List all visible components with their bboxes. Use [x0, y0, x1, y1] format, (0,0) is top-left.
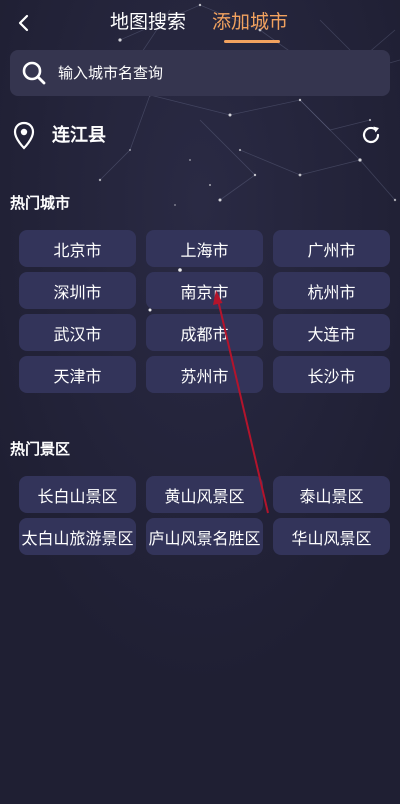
tab-map-search[interactable]: 地图搜索	[110, 9, 186, 35]
scenic-chip[interactable]: 庐山风景名胜区	[146, 518, 263, 555]
starfield-background	[0, 0, 400, 804]
back-button[interactable]	[10, 8, 38, 38]
city-chip[interactable]: 天津市	[19, 356, 136, 393]
search-icon-wrap	[10, 50, 58, 96]
location-pin-icon	[13, 121, 35, 150]
city-chip[interactable]: 成都市	[146, 314, 263, 351]
hot-cities-title: 热门城市	[10, 194, 71, 212]
city-chip[interactable]: 深圳市	[19, 272, 136, 309]
scenic-chip[interactable]: 泰山景区	[273, 476, 390, 513]
refresh-icon	[362, 126, 380, 144]
city-chip[interactable]: 南京市	[146, 272, 263, 309]
location-icon-wrap	[10, 120, 38, 152]
hot-cities-grid: 北京市 上海市 广州市 深圳市 南京市 杭州市 武汉市 成都市 大连市 天津市 …	[19, 230, 390, 393]
hot-scenic-grid: 长白山景区 黄山风景区 泰山景区 太白山旅游景区 庐山风景名胜区 华山风景区	[19, 476, 390, 555]
search-bar[interactable]	[10, 50, 390, 96]
city-chip[interactable]: 武汉市	[19, 314, 136, 351]
scenic-chip[interactable]: 华山风景区	[273, 518, 390, 555]
city-chip[interactable]: 广州市	[273, 230, 390, 267]
chevron-left-icon	[18, 14, 29, 32]
city-chip[interactable]: 大连市	[273, 314, 390, 351]
hot-scenic-title: 热门景区	[10, 440, 71, 458]
search-icon	[22, 61, 46, 85]
scenic-chip[interactable]: 长白山景区	[19, 476, 136, 513]
city-chip[interactable]: 长沙市	[273, 356, 390, 393]
refresh-location-button[interactable]	[358, 122, 384, 148]
tab-add-city[interactable]: 添加城市	[212, 9, 288, 35]
city-chip[interactable]: 北京市	[19, 230, 136, 267]
active-tab-indicator	[224, 40, 280, 43]
scenic-chip[interactable]: 黄山风景区	[146, 476, 263, 513]
city-search-input[interactable]	[58, 64, 358, 82]
current-city-name[interactable]: 连江县	[52, 123, 106, 149]
scenic-chip[interactable]: 太白山旅游景区	[19, 518, 136, 555]
city-chip[interactable]: 上海市	[146, 230, 263, 267]
city-chip[interactable]: 杭州市	[273, 272, 390, 309]
city-chip[interactable]: 苏州市	[146, 356, 263, 393]
